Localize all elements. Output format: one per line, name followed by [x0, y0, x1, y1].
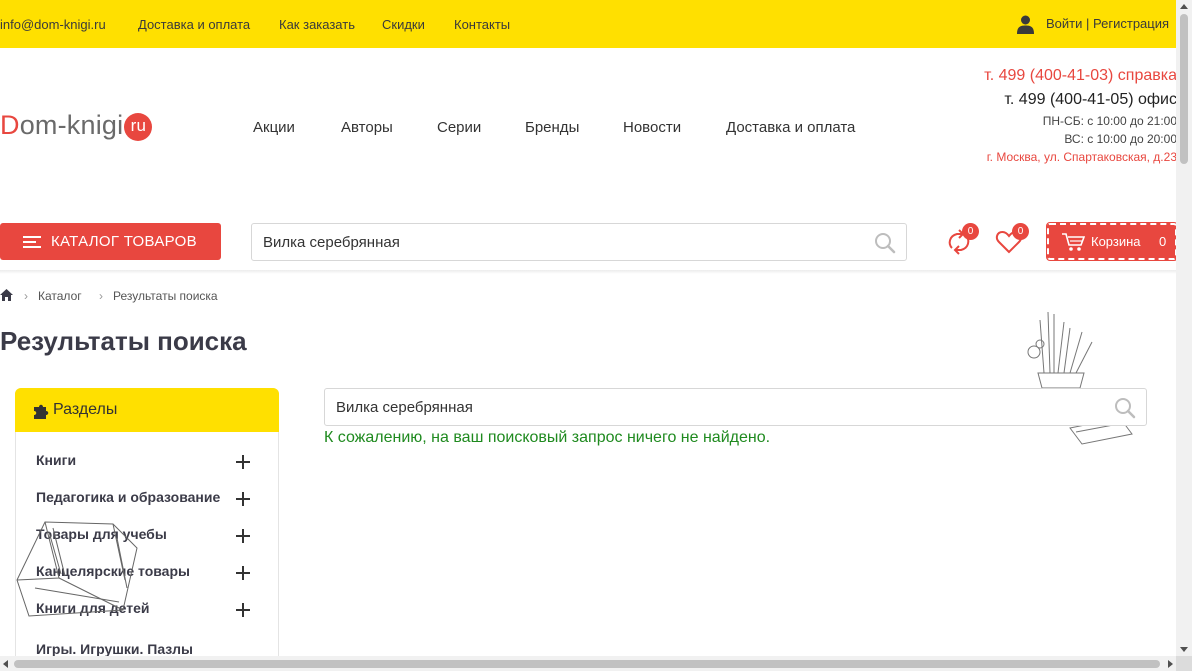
auth-links: Войти | Регистрация	[1046, 16, 1169, 31]
main-search	[324, 388, 1147, 426]
logo[interactable]: Dom-knigi ru	[0, 110, 153, 141]
scroll-left-icon[interactable]	[3, 660, 8, 668]
pencil-cup-illustration	[1027, 311, 1133, 445]
top-link-discounts[interactable]: Скидки	[382, 17, 425, 32]
vertical-scrollbar[interactable]	[1176, 0, 1192, 656]
logo-letter: D	[0, 110, 20, 140]
sidebar-item-books[interactable]: Книги	[36, 452, 76, 468]
hours-sunday: ВС: с 10:00 до 20:00	[1064, 132, 1177, 146]
page-title: Результаты поиска	[0, 326, 247, 356]
header-search	[251, 223, 907, 261]
address: г. Москва, ул. Спартаковская, д.23	[986, 150, 1177, 164]
nav-series[interactable]: Серии	[437, 119, 481, 136]
scroll-right-icon[interactable]	[1168, 660, 1173, 668]
expand-icon[interactable]	[236, 603, 250, 617]
top-link-delivery[interactable]: Доставка и оплата	[138, 17, 250, 32]
header-search-input[interactable]	[263, 224, 819, 260]
not-found-message: К сожалению, на ваш поисковый запрос нич…	[324, 429, 771, 446]
phone-office[interactable]: т. 499 (400-41-05) офис	[1004, 91, 1177, 109]
breadcrumb-separator: ›	[99, 289, 103, 303]
compare-count-badge: 0	[962, 223, 979, 240]
catalog-label: КАТАЛОГ ТОВАРОВ	[51, 233, 197, 250]
sections-title: Разделы	[53, 401, 118, 418]
menu-icon	[23, 236, 41, 248]
expand-icon[interactable]	[236, 529, 250, 543]
auth-divider: |	[1086, 16, 1090, 31]
hours-weekdays: ПН-СБ: с 10:00 до 21:00	[1042, 114, 1177, 128]
search-icon[interactable]	[874, 232, 896, 254]
favorites-count-badge: 0	[1012, 223, 1029, 240]
cart-count: 0	[1159, 234, 1167, 249]
main-search-input[interactable]	[336, 389, 1034, 425]
search-icon[interactable]	[1114, 397, 1136, 419]
sections-header: Разделы	[15, 388, 279, 432]
breadcrumb-separator: ›	[24, 289, 28, 303]
breadcrumb-catalog[interactable]: Каталог	[38, 289, 82, 303]
scroll-up-icon[interactable]	[1180, 4, 1188, 9]
phone-help[interactable]: т. 499 (400-41-03) справка	[984, 67, 1177, 85]
home-icon[interactable]	[0, 289, 13, 301]
header-divider	[0, 270, 1176, 274]
scrollbar-corner	[1176, 656, 1192, 671]
nav-news[interactable]: Новости	[623, 119, 681, 136]
cart-label: Корзина	[1091, 234, 1141, 249]
breadcrumb-current: Результаты поиска	[113, 289, 218, 303]
top-bar: info@dom-knigi.ru Доставка и оплата Как …	[0, 0, 1176, 48]
nav-delivery[interactable]: Доставка и оплата	[726, 119, 855, 136]
user-icon[interactable]	[1017, 15, 1034, 34]
sidebar-item-pedagogy[interactable]: Педагогика и образование	[36, 489, 220, 505]
expand-icon[interactable]	[236, 492, 250, 506]
register-link[interactable]: Регистрация	[1093, 16, 1169, 31]
top-link-how-to-order[interactable]: Как заказать	[279, 17, 355, 32]
sidebar-item-games-toys[interactable]: Игры. Игрушки. Пазлы	[36, 641, 193, 657]
expand-icon[interactable]	[236, 455, 250, 469]
cart-icon	[1062, 233, 1085, 251]
horizontal-scroll-thumb[interactable]	[14, 660, 1160, 668]
email-link[interactable]: info@dom-knigi.ru	[0, 17, 106, 32]
nav-authors[interactable]: Авторы	[341, 119, 393, 136]
expand-icon[interactable]	[236, 566, 250, 580]
scroll-down-icon[interactable]	[1180, 647, 1188, 652]
page: info@dom-knigi.ru Доставка и оплата Как …	[0, 0, 1192, 671]
horizontal-scrollbar[interactable]	[0, 656, 1176, 671]
nav-promotions[interactable]: Акции	[253, 119, 295, 136]
nav-brands[interactable]: Бренды	[525, 119, 579, 136]
puzzle-icon	[34, 404, 49, 419]
catalog-button[interactable]: КАТАЛОГ ТОВАРОВ	[0, 223, 221, 260]
vertical-scroll-thumb[interactable]	[1180, 14, 1188, 164]
books-illustration	[16, 521, 138, 617]
cart-button[interactable]: Корзина 0	[1046, 222, 1178, 261]
logo-text: om-knigi	[19, 110, 124, 140]
login-link[interactable]: Войти	[1046, 16, 1082, 31]
logo-badge: ru	[124, 113, 153, 141]
top-link-contacts[interactable]: Контакты	[454, 17, 510, 32]
